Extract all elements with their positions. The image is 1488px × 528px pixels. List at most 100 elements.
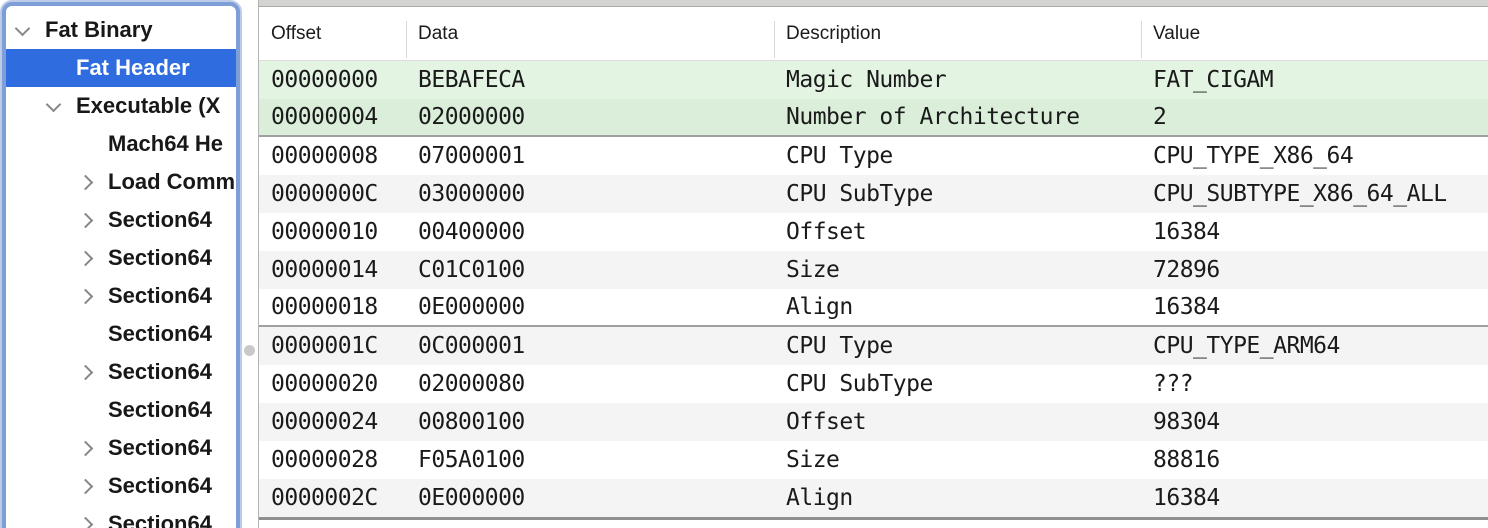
chevron-icon[interactable]	[44, 49, 76, 87]
chevron-icon[interactable]	[76, 505, 108, 528]
chevron-icon[interactable]	[76, 315, 108, 353]
description-cell: CPU Type	[774, 143, 1141, 169]
sidebar-tree: Fat Binary Fat Header Executable (X Mach…	[2, 2, 240, 528]
table-row[interactable]: 00000024 00800100 Offset 98304	[259, 403, 1488, 441]
offset-cell: 00000008	[259, 143, 406, 169]
data-cell: 00400000	[406, 219, 774, 245]
table-row[interactable]: 0000000C 03000000 CPU SubType CPU_SUBTYP…	[259, 175, 1488, 213]
chevron-icon[interactable]	[76, 353, 108, 391]
value-cell: FAT_CIGAM	[1141, 67, 1488, 93]
toolbar-edge	[259, 0, 1488, 7]
scrollbar-thumb[interactable]	[244, 345, 255, 356]
binary-structure-tree: Fat Binary Fat Header Executable (X Mach…	[6, 6, 236, 528]
sidebar-item-label: Section64	[108, 397, 212, 423]
sidebar-tree-item[interactable]: Executable (X	[6, 87, 236, 125]
offset-cell: 0000000C	[259, 181, 406, 207]
description-cell: Offset	[774, 219, 1141, 245]
description-cell: Size	[774, 447, 1141, 473]
sidebar-tree-item[interactable]: Section64	[6, 467, 236, 505]
data-cell: F05A0100	[406, 447, 774, 473]
data-cell: 0C000001	[406, 333, 774, 359]
chevron-icon[interactable]	[76, 125, 108, 163]
sidebar-tree-item[interactable]: Section64	[6, 353, 236, 391]
value-cell: 16384	[1141, 219, 1488, 245]
data-cell: 0E000000	[406, 294, 774, 320]
description-cell: Size	[774, 257, 1141, 283]
data-cell: 02000080	[406, 371, 774, 397]
offset-cell: 00000004	[259, 104, 406, 130]
chevron-icon[interactable]	[76, 239, 108, 277]
offset-cell: 00000020	[259, 371, 406, 397]
offset-cell: 00000028	[259, 447, 406, 473]
data-cell: 07000001	[406, 143, 774, 169]
table-row[interactable]: 00000014 C01C0100 Size 72896	[259, 251, 1488, 289]
chevron-icon[interactable]	[76, 429, 108, 467]
value-cell: CPU_TYPE_X86_64	[1141, 143, 1488, 169]
chevron-icon[interactable]	[76, 391, 108, 429]
sidebar-tree-item[interactable]: Fat Binary	[6, 11, 236, 49]
value-cell: 2	[1141, 104, 1488, 130]
description-cell: Magic Number	[774, 67, 1141, 93]
description-cell: CPU SubType	[774, 181, 1141, 207]
sidebar-item-label: Section64	[108, 245, 212, 271]
chevron-icon[interactable]	[76, 163, 108, 201]
description-cell: CPU SubType	[774, 371, 1141, 397]
data-cell: 0E000000	[406, 485, 774, 511]
data-table: Offset Data Description Value 00000000 B…	[258, 0, 1488, 528]
sidebar-tree-item[interactable]: Section64	[6, 277, 236, 315]
offset-cell: 00000018	[259, 294, 406, 320]
sidebar-item-label: Section64	[108, 321, 212, 347]
sidebar-tree-item[interactable]: Fat Header	[6, 49, 236, 87]
sidebar-tree-item[interactable]: Section64	[6, 505, 236, 528]
chevron-icon[interactable]	[76, 201, 108, 239]
sidebar-tree-item[interactable]: Load Comm	[6, 163, 236, 201]
sidebar-item-label: Section64	[108, 207, 212, 233]
sidebar-item-label: Section64	[108, 473, 212, 499]
offset-cell: 00000024	[259, 409, 406, 435]
table-row[interactable]: 00000018 0E000000 Align 16384	[259, 289, 1488, 327]
table-row[interactable]: 0000002C 0E000000 Align 16384	[259, 479, 1488, 517]
table-row[interactable]: 00000020 02000080 CPU SubType ???	[259, 365, 1488, 403]
data-cell: BEBAFECA	[406, 67, 774, 93]
value-cell: CPU_TYPE_ARM64	[1141, 333, 1488, 359]
chevron-icon[interactable]	[13, 11, 45, 49]
description-cell: Align	[774, 485, 1141, 511]
sidebar-item-label: Load Comm	[108, 169, 235, 195]
table-row[interactable]: 0000001C 0C000001 CPU Type CPU_TYPE_ARM6…	[259, 327, 1488, 365]
chevron-icon[interactable]	[76, 277, 108, 315]
table-header: Offset Data Description Value	[259, 7, 1488, 61]
sidebar-item-label: Section64	[108, 511, 212, 528]
table-row[interactable]: 00000004 02000000 Number of Architecture…	[259, 99, 1488, 137]
sidebar-tree-item[interactable]: Section64	[6, 429, 236, 467]
column-header-offset[interactable]: Offset	[259, 7, 406, 60]
chevron-icon[interactable]	[44, 87, 76, 125]
sidebar-item-label: Executable (X	[76, 93, 220, 119]
table-row[interactable]: 00000000 BEBAFECA Magic Number FAT_CIGAM	[259, 61, 1488, 99]
table-row[interactable]: 00000010 00400000 Offset 16384	[259, 213, 1488, 251]
value-cell: 16384	[1141, 294, 1488, 320]
description-cell: Offset	[774, 409, 1141, 435]
sidebar-item-label: Section64	[108, 359, 212, 385]
sidebar-tree-item[interactable]: Mach64 He	[6, 125, 236, 163]
sidebar-tree-item[interactable]: Section64	[6, 201, 236, 239]
column-header-data[interactable]: Data	[406, 7, 774, 60]
sidebar-tree-item[interactable]: Section64	[6, 239, 236, 277]
table-row[interactable]: 00000028 F05A0100 Size 88816	[259, 441, 1488, 479]
offset-cell: 0000001C	[259, 333, 406, 359]
data-cell: 00800100	[406, 409, 774, 435]
value-cell: 16384	[1141, 485, 1488, 511]
table-row[interactable]: 00000008 07000001 CPU Type CPU_TYPE_X86_…	[259, 137, 1488, 175]
sidebar-tree-item[interactable]: Section64	[6, 391, 236, 429]
value-cell: CPU_SUBTYPE_X86_64_ALL	[1141, 181, 1488, 207]
data-cell: 03000000	[406, 181, 774, 207]
offset-cell: 0000002C	[259, 485, 406, 511]
sidebar-item-label: Section64	[108, 435, 212, 461]
sidebar-item-label: Mach64 He	[108, 131, 223, 157]
column-header-description[interactable]: Description	[774, 7, 1141, 60]
data-cell: 02000000	[406, 104, 774, 130]
description-cell: CPU Type	[774, 333, 1141, 359]
sidebar-tree-item[interactable]: Section64	[6, 315, 236, 353]
chevron-icon[interactable]	[76, 467, 108, 505]
value-cell: 72896	[1141, 257, 1488, 283]
column-header-value[interactable]: Value	[1141, 7, 1488, 60]
